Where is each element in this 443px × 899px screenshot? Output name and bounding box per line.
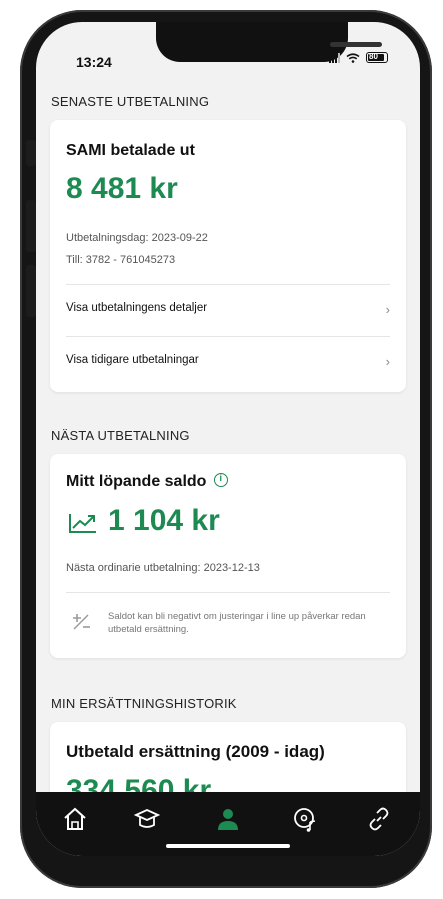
payment-date: Utbetalningsdag: 2023-09-22 <box>66 232 208 244</box>
history-heading: Utbetald ersättning (2009 - idag) <box>66 742 325 761</box>
notch <box>156 22 382 62</box>
chevron-right-icon: › <box>385 354 390 369</box>
previous-payments-link[interactable]: Visa tidigare utbetalningar › <box>66 354 390 374</box>
mute-switch <box>26 140 36 166</box>
last-payment-amount: 8 481 kr <box>66 172 178 205</box>
payment-account: Till: 3782 - 761045273 <box>66 254 176 266</box>
previous-payments-label: Visa tidigare utbetalningar <box>66 354 199 366</box>
plus-minus-icon <box>73 614 90 630</box>
payment-details-label: Visa utbetalningens detaljer <box>66 302 208 314</box>
balance-note: Saldot kan bli negativt om justeringar i… <box>108 611 366 635</box>
app-screen: 13:24 80 SENASTE UTBETALNING SAMI betala… <box>36 22 420 856</box>
home-indicator <box>166 844 290 848</box>
status-time: 13:24 <box>76 54 112 70</box>
wifi-icon <box>346 52 360 63</box>
next-payment-date: Nästa ordinarie utbetalning: 2023-12-13 <box>66 562 260 574</box>
last-payment-heading: SAMI betalade ut <box>66 142 195 159</box>
person-icon[interactable] <box>215 806 241 832</box>
battery-level: 80 <box>369 52 378 61</box>
home-icon[interactable] <box>62 806 88 832</box>
graduation-cap-icon[interactable] <box>134 806 160 832</box>
volume-down-button <box>26 265 36 317</box>
status-icons: 80 <box>329 52 388 63</box>
divider <box>66 284 390 285</box>
section-title-next-payment: NÄSTA UTBETALNING <box>51 428 190 443</box>
running-balance-heading: Mitt löpande saldo <box>66 472 229 491</box>
chevron-right-icon: › <box>385 302 390 317</box>
running-balance-title: Mitt löpande saldo <box>66 473 207 490</box>
last-payment-card: SAMI betalade ut 8 481 kr Utbetalningsda… <box>50 120 406 392</box>
battery-icon: 80 <box>366 52 388 63</box>
section-title-last-payment: SENASTE UTBETALNING <box>51 94 210 109</box>
payment-details-link[interactable]: Visa utbetalningens detaljer › <box>66 302 390 322</box>
divider <box>66 336 390 337</box>
link-icon[interactable] <box>366 806 392 832</box>
running-balance-amount: 1 104 kr <box>108 504 220 537</box>
info-icon[interactable] <box>214 473 229 487</box>
trend-up-icon <box>69 514 96 533</box>
speaker <box>330 42 382 47</box>
volume-up-button <box>26 200 36 252</box>
signal-icon <box>329 52 340 63</box>
running-balance-card: Mitt löpande saldo 1 104 kr Nästa ordina… <box>50 454 406 658</box>
divider <box>66 592 390 593</box>
section-title-history: MIN ERSÄTTNINGSHISTORIK <box>51 696 237 711</box>
music-disc-icon[interactable] <box>292 806 318 832</box>
